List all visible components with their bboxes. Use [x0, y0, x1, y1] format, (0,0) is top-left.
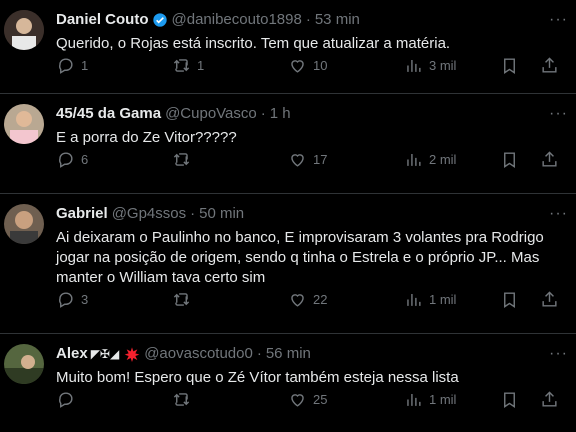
views-count: 3 mil — [429, 57, 457, 73]
share-icon — [542, 56, 557, 73]
more-options-icon[interactable]: ··· — [549, 204, 568, 224]
repost-button[interactable]: 1 — [172, 56, 204, 75]
reply-icon — [59, 291, 73, 308]
views-button[interactable]: 1 mil — [404, 290, 456, 309]
tweet-text: Querido, o Rojas está inscrito. Tem que … — [56, 35, 451, 52]
tweet-text: Muito bom! Espero que o Zé Vítor também … — [56, 369, 459, 386]
reply-button[interactable]: 1 — [56, 56, 88, 75]
avatar[interactable] — [4, 204, 44, 244]
tweet[interactable]: 45/45 da Gama @CupoVasco · 1 h ··· E a p… — [0, 94, 576, 194]
views-button[interactable]: 1 mil — [404, 390, 456, 409]
share-icon — [542, 390, 557, 407]
timestamp[interactable]: 56 min — [266, 344, 311, 364]
timestamp[interactable]: 50 min — [199, 204, 244, 224]
views-chart-icon — [407, 59, 421, 72]
more-options-icon[interactable]: ··· — [549, 10, 568, 30]
repost-button[interactable] — [172, 390, 191, 409]
tweet[interactable]: Gabriel @Gp4ssos · 50 min ··· Ai deixara… — [0, 194, 576, 334]
tweet-text: E a porra do Ze Vitor????? — [56, 129, 237, 146]
bookmark-button[interactable] — [500, 56, 519, 75]
reply-icon — [59, 151, 73, 168]
like-count: 10 — [313, 57, 328, 73]
bookmark-icon — [504, 57, 515, 74]
verified-badge-icon — [152, 13, 167, 27]
avatar[interactable] — [4, 344, 44, 384]
like-button[interactable]: 22 — [288, 290, 327, 309]
share-button[interactable] — [540, 390, 559, 409]
repost-icon — [173, 152, 190, 166]
repost-button[interactable] — [172, 150, 191, 169]
like-button[interactable]: 25 — [288, 390, 327, 409]
views-count: 1 mil — [429, 391, 457, 407]
share-button[interactable] — [540, 56, 559, 75]
avatar[interactable] — [4, 104, 44, 144]
like-count: 17 — [313, 151, 328, 167]
share-icon — [542, 290, 557, 307]
more-options-icon[interactable]: ··· — [549, 104, 568, 124]
views-chart-icon — [407, 293, 421, 306]
like-button[interactable]: 17 — [288, 150, 327, 169]
more-options-icon[interactable]: ··· — [549, 344, 568, 364]
repost-icon — [173, 392, 190, 406]
views-button[interactable]: 3 mil — [404, 56, 456, 75]
reply-count: 6 — [81, 151, 89, 167]
views-chart-icon — [407, 153, 421, 166]
share-icon — [542, 150, 557, 167]
author-handle[interactable]: @danibecouto1898 — [172, 10, 302, 30]
heart-icon — [291, 153, 304, 167]
bookmark-icon — [504, 391, 515, 408]
explosion-emoji-icon — [124, 347, 140, 362]
club-flag-emoji: ◤✠◢ — [90, 347, 120, 361]
share-button[interactable] — [540, 290, 559, 309]
tweet[interactable]: Daniel Couto @danibecouto1898 · 53 min ·… — [0, 0, 576, 94]
tweet-text: Ai deixaram o Paulinho no banco, E impro… — [56, 229, 544, 286]
repost-count: 1 — [197, 57, 205, 73]
like-count: 22 — [313, 291, 328, 307]
like-button[interactable]: 10 — [288, 56, 327, 75]
views-count: 2 mil — [429, 151, 457, 167]
separator: · — [305, 11, 311, 28]
bookmark-button[interactable] — [500, 390, 519, 409]
reply-button[interactable]: 6 — [56, 150, 88, 169]
repost-icon — [173, 292, 190, 306]
author-handle[interactable]: @Gp4ssos — [112, 204, 186, 224]
author-name[interactable]: Alex — [56, 344, 88, 364]
heart-icon — [291, 59, 304, 73]
views-count: 1 mil — [429, 291, 457, 307]
reply-button[interactable] — [56, 390, 75, 409]
avatar[interactable] — [4, 10, 44, 50]
share-button[interactable] — [540, 150, 559, 169]
separator: · — [260, 105, 266, 122]
bookmark-icon — [504, 151, 515, 168]
timestamp[interactable]: 53 min — [315, 10, 360, 30]
views-button[interactable]: 2 mil — [404, 150, 456, 169]
author-name[interactable]: 45/45 da Gama — [56, 104, 161, 124]
reply-icon — [59, 391, 73, 408]
separator: · — [256, 345, 262, 362]
reply-icon — [59, 57, 73, 74]
repost-icon — [173, 58, 190, 72]
heart-icon — [291, 293, 304, 307]
tweet[interactable]: Alex ◤✠◢ @aovascotudo0 · 56 min ··· Muit… — [0, 334, 576, 432]
like-count: 25 — [313, 391, 328, 407]
bookmark-button[interactable] — [500, 290, 519, 309]
author-handle[interactable]: @aovascotudo0 — [144, 344, 253, 364]
heart-icon — [291, 393, 304, 407]
bookmark-icon — [504, 291, 515, 308]
bookmark-button[interactable] — [500, 150, 519, 169]
timestamp[interactable]: 1 h — [270, 104, 291, 124]
repost-button[interactable] — [172, 290, 191, 309]
reply-count: 3 — [81, 291, 89, 307]
reply-count: 1 — [81, 57, 89, 73]
author-name[interactable]: Gabriel — [56, 204, 108, 224]
separator: · — [190, 205, 196, 222]
views-chart-icon — [407, 393, 421, 406]
reply-button[interactable]: 3 — [56, 290, 88, 309]
author-handle[interactable]: @CupoVasco — [165, 104, 257, 124]
author-name[interactable]: Daniel Couto — [56, 10, 149, 30]
